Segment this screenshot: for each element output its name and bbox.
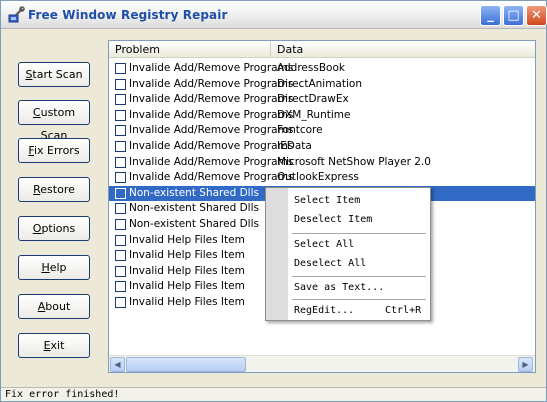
problem-cell: Invalid Help Files Item [129,249,245,262]
data-cell: DXM_Runtime [277,108,351,121]
menu-separator [292,299,426,300]
problem-cell: Invalide Add/Remove Programs [129,93,294,106]
horizontal-scrollbar[interactable]: ◀ ▶ [109,355,535,372]
problem-cell: Invalide Add/Remove Programs [129,140,294,152]
row-checkbox[interactable] [115,172,126,184]
problem-cell: Invalid Help Files Item [129,264,245,277]
row-checkbox[interactable] [115,219,126,230]
wrench-app-icon [8,6,25,23]
app-window: Free Window Registry Repair _ □ ✕ Start … [0,0,547,402]
list-header: Problem Data [109,41,535,58]
minimize-button[interactable]: _ [480,5,501,26]
table-row[interactable]: Invalide Add/Remove Programs DirectAnimat… [109,77,535,93]
column-header-data[interactable]: Data [271,41,535,58]
row-checkbox[interactable] [115,234,126,246]
data-cell: IEData [277,140,312,152]
scroll-right-arrow-icon[interactable]: ▶ [518,357,533,372]
help-button[interactable]: Help [18,255,90,280]
context-menu-gutter [266,188,288,320]
row-checkbox[interactable] [115,250,126,262]
custom-scan-button[interactable]: Custom Scan [18,100,90,142]
scroll-thumb[interactable] [126,357,246,372]
table-row[interactable]: Invalide Add/Remove Programs DirectDrawEx [109,92,535,108]
start-scan-button[interactable]: Start Scan [18,62,90,87]
menu-separator [292,233,426,234]
title-bar[interactable]: Free Window Registry Repair _ □ ✕ [1,1,547,29]
problem-cell: Invalide Add/Remove Programs [129,171,294,184]
exit-button[interactable]: Exit [18,333,90,358]
problem-cell: Non-existent Shared Dlls [129,202,259,215]
menu-item-save-as-text[interactable]: Save as Text... [294,282,384,293]
problem-cell: Invalide Add/Remove Programs [129,108,294,121]
data-cell: DirectDrawEx [277,93,349,106]
restore-button[interactable]: Restore [18,177,90,202]
table-row[interactable]: Invalide Add/Remove Programs AddressBook [109,61,535,77]
problem-cell: Invalide Add/Remove Programs [129,155,294,168]
status-bar: Fix error finished! [1,387,546,401]
problem-cell: Non-existent Shared Dlls [129,218,259,230]
row-checkbox[interactable] [115,63,126,74]
row-checkbox[interactable] [115,125,126,137]
row-checkbox[interactable] [115,281,126,293]
menu-item-regedit[interactable]: RegEdit... [294,305,354,316]
row-checkbox[interactable] [115,156,126,168]
row-checkbox[interactable] [115,141,126,152]
row-checkbox[interactable] [115,109,126,121]
problem-cell: Invalid Help Files Item [129,233,245,246]
scroll-left-arrow-icon[interactable]: ◀ [110,357,125,372]
data-cell: Microsoft NetShow Player 2.0 [277,155,431,168]
menu-item-deselect-all[interactable]: Deselect All [294,258,366,269]
close-button[interactable]: ✕ [526,5,547,26]
menu-item-select-all[interactable]: Select All [294,239,354,250]
data-cell: Fontcore [277,124,323,137]
table-row[interactable]: Invalide Add/Remove Programs OutlookExpre… [109,170,535,186]
row-checkbox[interactable] [115,265,126,277]
row-checkbox[interactable] [115,78,126,90]
options-button[interactable]: Options [18,216,90,241]
menu-item-deselect-item[interactable]: Deselect Item [294,214,372,225]
row-checkbox[interactable] [115,187,126,199]
context-menu: Select Item Deselect Item Select All Des… [265,187,431,321]
table-row[interactable]: Invalide Add/Remove Programs IEData [109,139,535,155]
row-checkbox[interactable] [115,203,126,215]
status-text: Fix error finished! [5,389,120,400]
row-checkbox[interactable] [115,94,126,106]
fix-errors-button[interactable]: Fix Errors [18,138,90,163]
data-cell: OutlookExpress [277,171,359,184]
table-row[interactable]: Invalide Add/Remove Programs Fontcore [109,123,535,139]
data-cell: DirectAnimation [277,77,362,90]
menu-item-select-item[interactable]: Select Item [294,195,360,206]
menu-separator [292,276,426,277]
row-checkbox[interactable] [115,297,126,308]
window-title: Free Window Registry Repair [28,8,228,22]
problem-cell: Invalide Add/Remove Programs [129,62,294,74]
maximize-button[interactable]: □ [503,5,524,26]
problem-cell: Invalid Help Files Item [129,280,245,293]
table-row[interactable]: Invalide Add/Remove Programs DXM_Runtime [109,108,535,124]
about-button[interactable]: About [18,294,90,319]
problem-cell: Non-existent Shared Dlls [129,186,259,199]
problem-cell: Invalide Add/Remove Programs [129,124,294,137]
column-header-problem[interactable]: Problem [109,41,271,58]
regedit-shortcut: Ctrl+R [385,305,422,316]
table-row[interactable]: Invalide Add/Remove Programs Microsoft Ne… [109,155,535,171]
problem-cell: Invalide Add/Remove Programs [129,77,294,90]
data-cell: AddressBook [277,62,345,74]
problem-cell: Invalid Help Files Item [129,296,245,308]
